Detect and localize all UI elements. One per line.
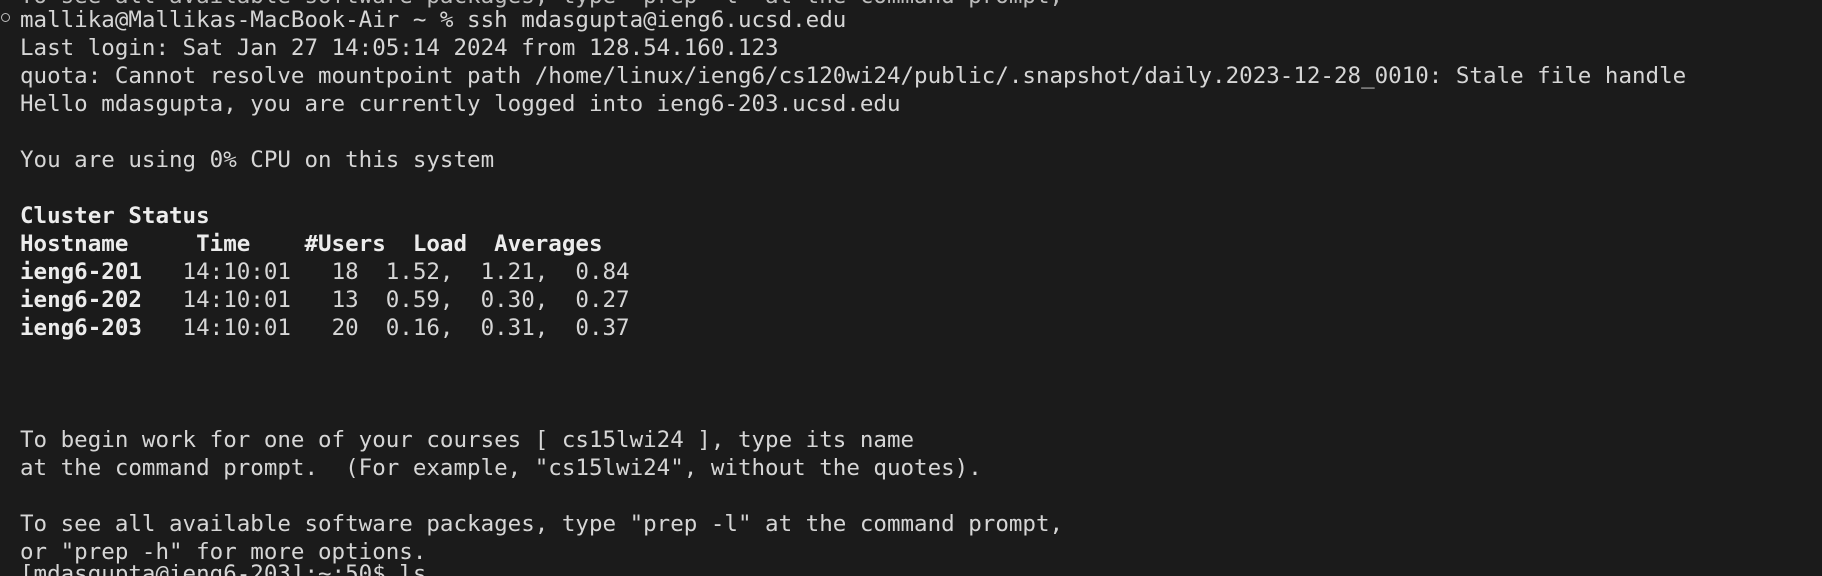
begin-work-line: at the command prompt. (For example, "cs… <box>20 455 982 481</box>
cluster-row: ieng6-203 14:10:01 20 0.16, 0.31, 0.37 <box>20 314 1822 342</box>
cluster-row-values: 14:10:01 18 1.52, 1.21, 0.84 <box>141 259 630 285</box>
cluster-row: ieng6-201 14:10:01 18 1.52, 1.21, 0.84 <box>20 258 1822 286</box>
cluster-row-values: 14:10:01 13 0.59, 0.30, 0.27 <box>141 287 630 313</box>
quota-warning-line: quota: Cannot resolve mountpoint path /h… <box>20 63 1687 89</box>
last-login-line: Last login: Sat Jan 27 14:05:14 2024 fro… <box>20 35 779 61</box>
cluster-row: ieng6-202 14:10:01 13 0.59, 0.30, 0.27 <box>20 286 1822 314</box>
cluster-status-title: Cluster Status <box>20 203 210 229</box>
terminal-output: mallika@Mallikas-MacBook-Air ~ % ssh mda… <box>20 6 1822 566</box>
shell-prompt-line[interactable]: [mdasgupta@ieng6-203]:~:50$ ls <box>20 560 426 576</box>
command-marker-icon <box>1 13 10 22</box>
hello-line: Hello mdasgupta, you are currently logge… <box>20 91 901 117</box>
cluster-row-host: ieng6-202 <box>20 287 142 313</box>
cluster-row-values: 14:10:01 20 0.16, 0.31, 0.37 <box>141 315 630 341</box>
terminal-window[interactable]: To see all available software packages, … <box>0 0 1822 576</box>
begin-work-line: To begin work for one of your courses [ … <box>20 427 915 453</box>
ssh-command-line: mallika@Mallikas-MacBook-Air ~ % ssh mda… <box>20 7 847 33</box>
cluster-row-host: ieng6-201 <box>20 259 142 285</box>
cluster-status-header: Hostname Time #Users Load Averages <box>20 231 603 257</box>
cluster-row-host: ieng6-203 <box>20 315 142 341</box>
packages-line: To see all available software packages, … <box>20 511 1064 537</box>
cpu-usage-line: You are using 0% CPU on this system <box>20 147 495 173</box>
